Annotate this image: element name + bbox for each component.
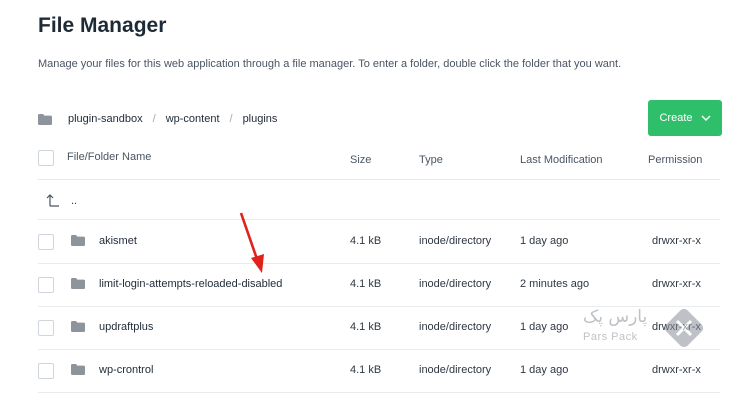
create-button-label: Create [659, 112, 693, 124]
breadcrumb-separator: / [152, 113, 156, 125]
breadcrumb-item-plugins[interactable]: plugins [243, 113, 278, 125]
file-permission: drwxr-xr-x [652, 278, 701, 290]
folder-icon [71, 278, 85, 289]
table-row-parent[interactable]: .. [38, 180, 720, 220]
breadcrumb-separator: / [229, 113, 233, 125]
file-type: inode/directory [419, 278, 492, 290]
file-type: inode/directory [419, 364, 492, 376]
folder-icon [71, 235, 85, 246]
folder-icon [71, 364, 85, 375]
file-permission: drwxr-xr-x [652, 235, 701, 247]
column-header-permission[interactable]: Permission [648, 154, 702, 166]
page-description: Manage your files for this web applicati… [38, 58, 622, 70]
table-row[interactable]: wp-crontrol 4.1 kB inode/directory 1 day… [38, 350, 720, 393]
row-checkbox[interactable] [38, 234, 54, 250]
file-permission: drwxr-xr-x [652, 364, 701, 376]
watermark-latin-text: Pars Pack [583, 331, 638, 343]
parent-folder-label: .. [71, 195, 78, 207]
file-modified: 1 day ago [520, 321, 569, 333]
file-modified: 1 day ago [520, 364, 569, 376]
file-size: 4.1 kB [350, 235, 382, 247]
row-checkbox[interactable] [38, 277, 54, 293]
folder-icon [71, 321, 85, 332]
row-checkbox[interactable] [38, 320, 54, 336]
file-size: 4.1 kB [350, 278, 382, 290]
table-header: File/Folder Name Size Type Last Modifica… [38, 145, 720, 180]
watermark-persian-text: پارس پک [583, 307, 648, 327]
folder-icon [38, 113, 52, 125]
file-name[interactable]: updraftplus [99, 321, 153, 333]
chevron-down-icon [701, 112, 711, 124]
level-up-icon [46, 193, 60, 210]
column-header-type[interactable]: Type [419, 154, 443, 166]
column-header-size[interactable]: Size [350, 154, 371, 166]
page-title: File Manager [38, 14, 167, 37]
breadcrumb-item-wp-content[interactable]: wp-content [166, 113, 220, 125]
column-header-last-modification[interactable]: Last Modification [520, 154, 603, 166]
parspack-logo-icon [661, 305, 707, 356]
select-all-checkbox[interactable] [38, 150, 54, 166]
file-size: 4.1 kB [350, 364, 382, 376]
file-name[interactable]: wp-crontrol [99, 364, 153, 376]
table-row[interactable]: limit-login-attempts-reloaded-disabled 4… [38, 264, 720, 307]
breadcrumb: plugin-sandbox / wp-content / plugins [38, 111, 277, 127]
column-header-name[interactable]: File/Folder Name [67, 151, 151, 163]
file-type: inode/directory [419, 321, 492, 333]
row-checkbox[interactable] [38, 363, 54, 379]
create-button[interactable]: Create [648, 100, 722, 136]
parspack-watermark: پارس پک Pars Pack [583, 305, 708, 353]
file-size: 4.1 kB [350, 321, 382, 333]
table-row[interactable]: akismet 4.1 kB inode/directory 1 day ago… [38, 220, 720, 264]
file-name[interactable]: akismet [99, 235, 137, 247]
file-modified: 2 minutes ago [520, 278, 590, 290]
breadcrumb-item-plugin-sandbox[interactable]: plugin-sandbox [68, 113, 143, 125]
file-modified: 1 day ago [520, 235, 569, 247]
file-name[interactable]: limit-login-attempts-reloaded-disabled [99, 278, 282, 290]
file-type: inode/directory [419, 235, 492, 247]
